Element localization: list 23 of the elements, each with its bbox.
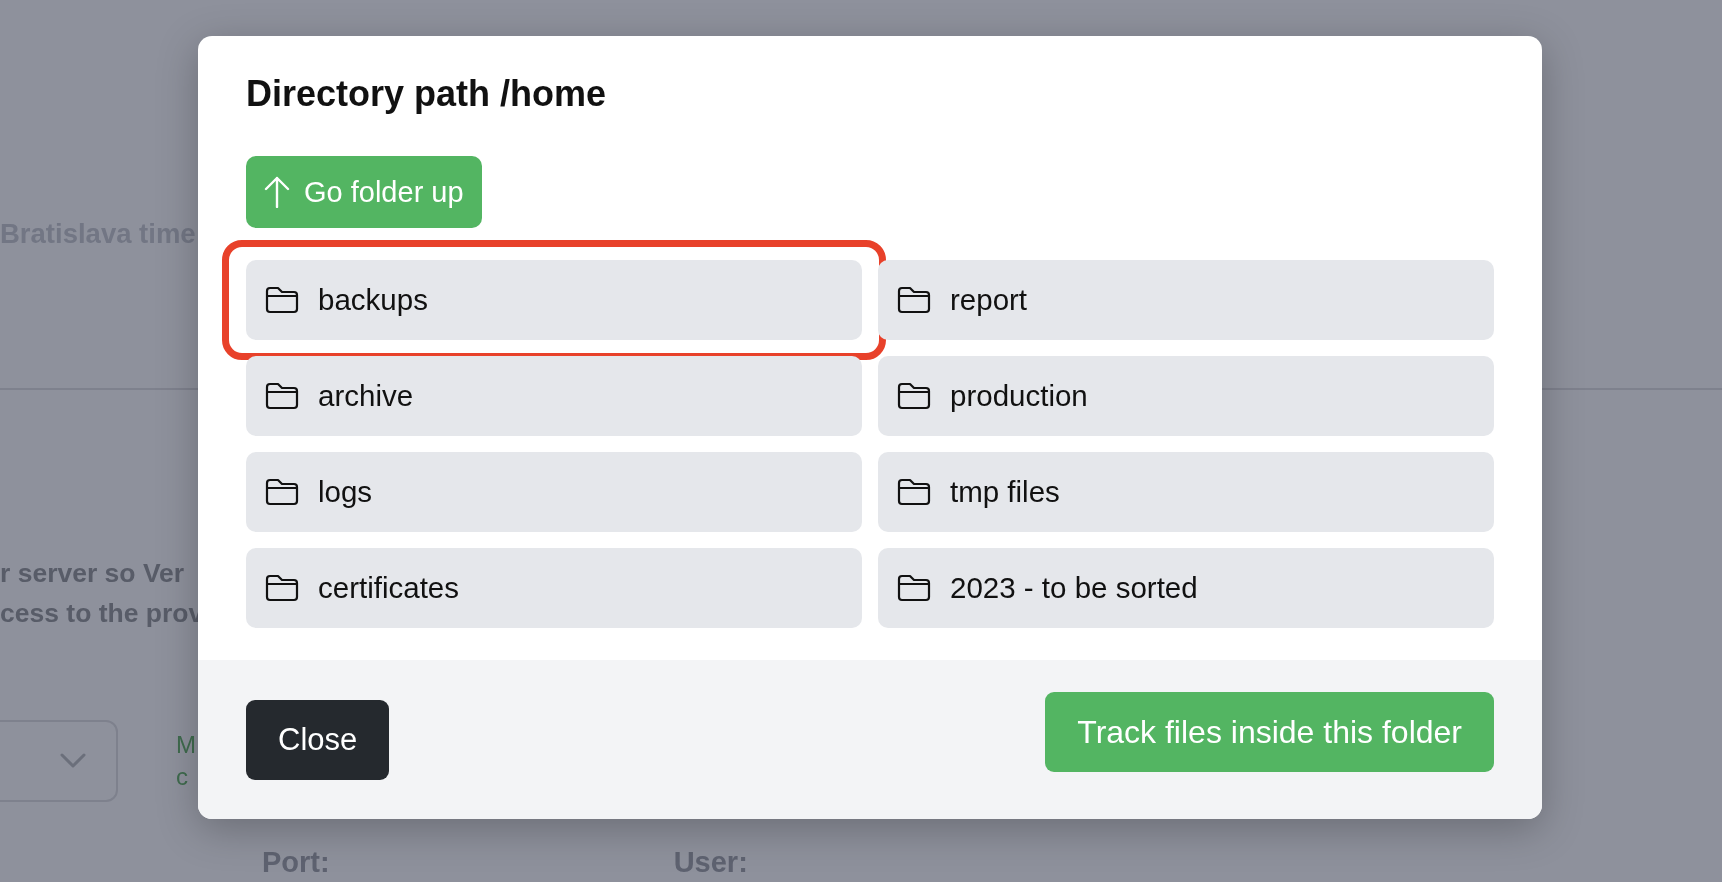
folder-item[interactable]: report [878,260,1494,340]
folder-icon [896,285,932,315]
select-field[interactable] [0,720,118,802]
folder-item[interactable]: production [878,356,1494,436]
folder-item[interactable]: logs [246,452,862,532]
folder-icon [896,477,932,507]
folder-item[interactable]: certificates [246,548,862,628]
folder-icon [264,573,300,603]
folder-item[interactable]: archive [246,356,862,436]
close-button[interactable]: Close [246,700,390,780]
chevron-down-icon [60,753,86,769]
side-text: M [176,730,196,760]
folder-icon [264,477,300,507]
folder-icon [896,573,932,603]
folder-icon [264,381,300,411]
folder-item[interactable]: tmp files [878,452,1494,532]
folder-item[interactable]: backups [246,260,862,340]
arrow-up-icon [264,176,290,208]
folder-icon [264,285,300,315]
side-text: c [176,762,189,792]
folder-icon [896,381,932,411]
dialog-title: Directory path /home [246,74,608,114]
folder-item[interactable]: 2023 - to be sorted [878,548,1494,628]
